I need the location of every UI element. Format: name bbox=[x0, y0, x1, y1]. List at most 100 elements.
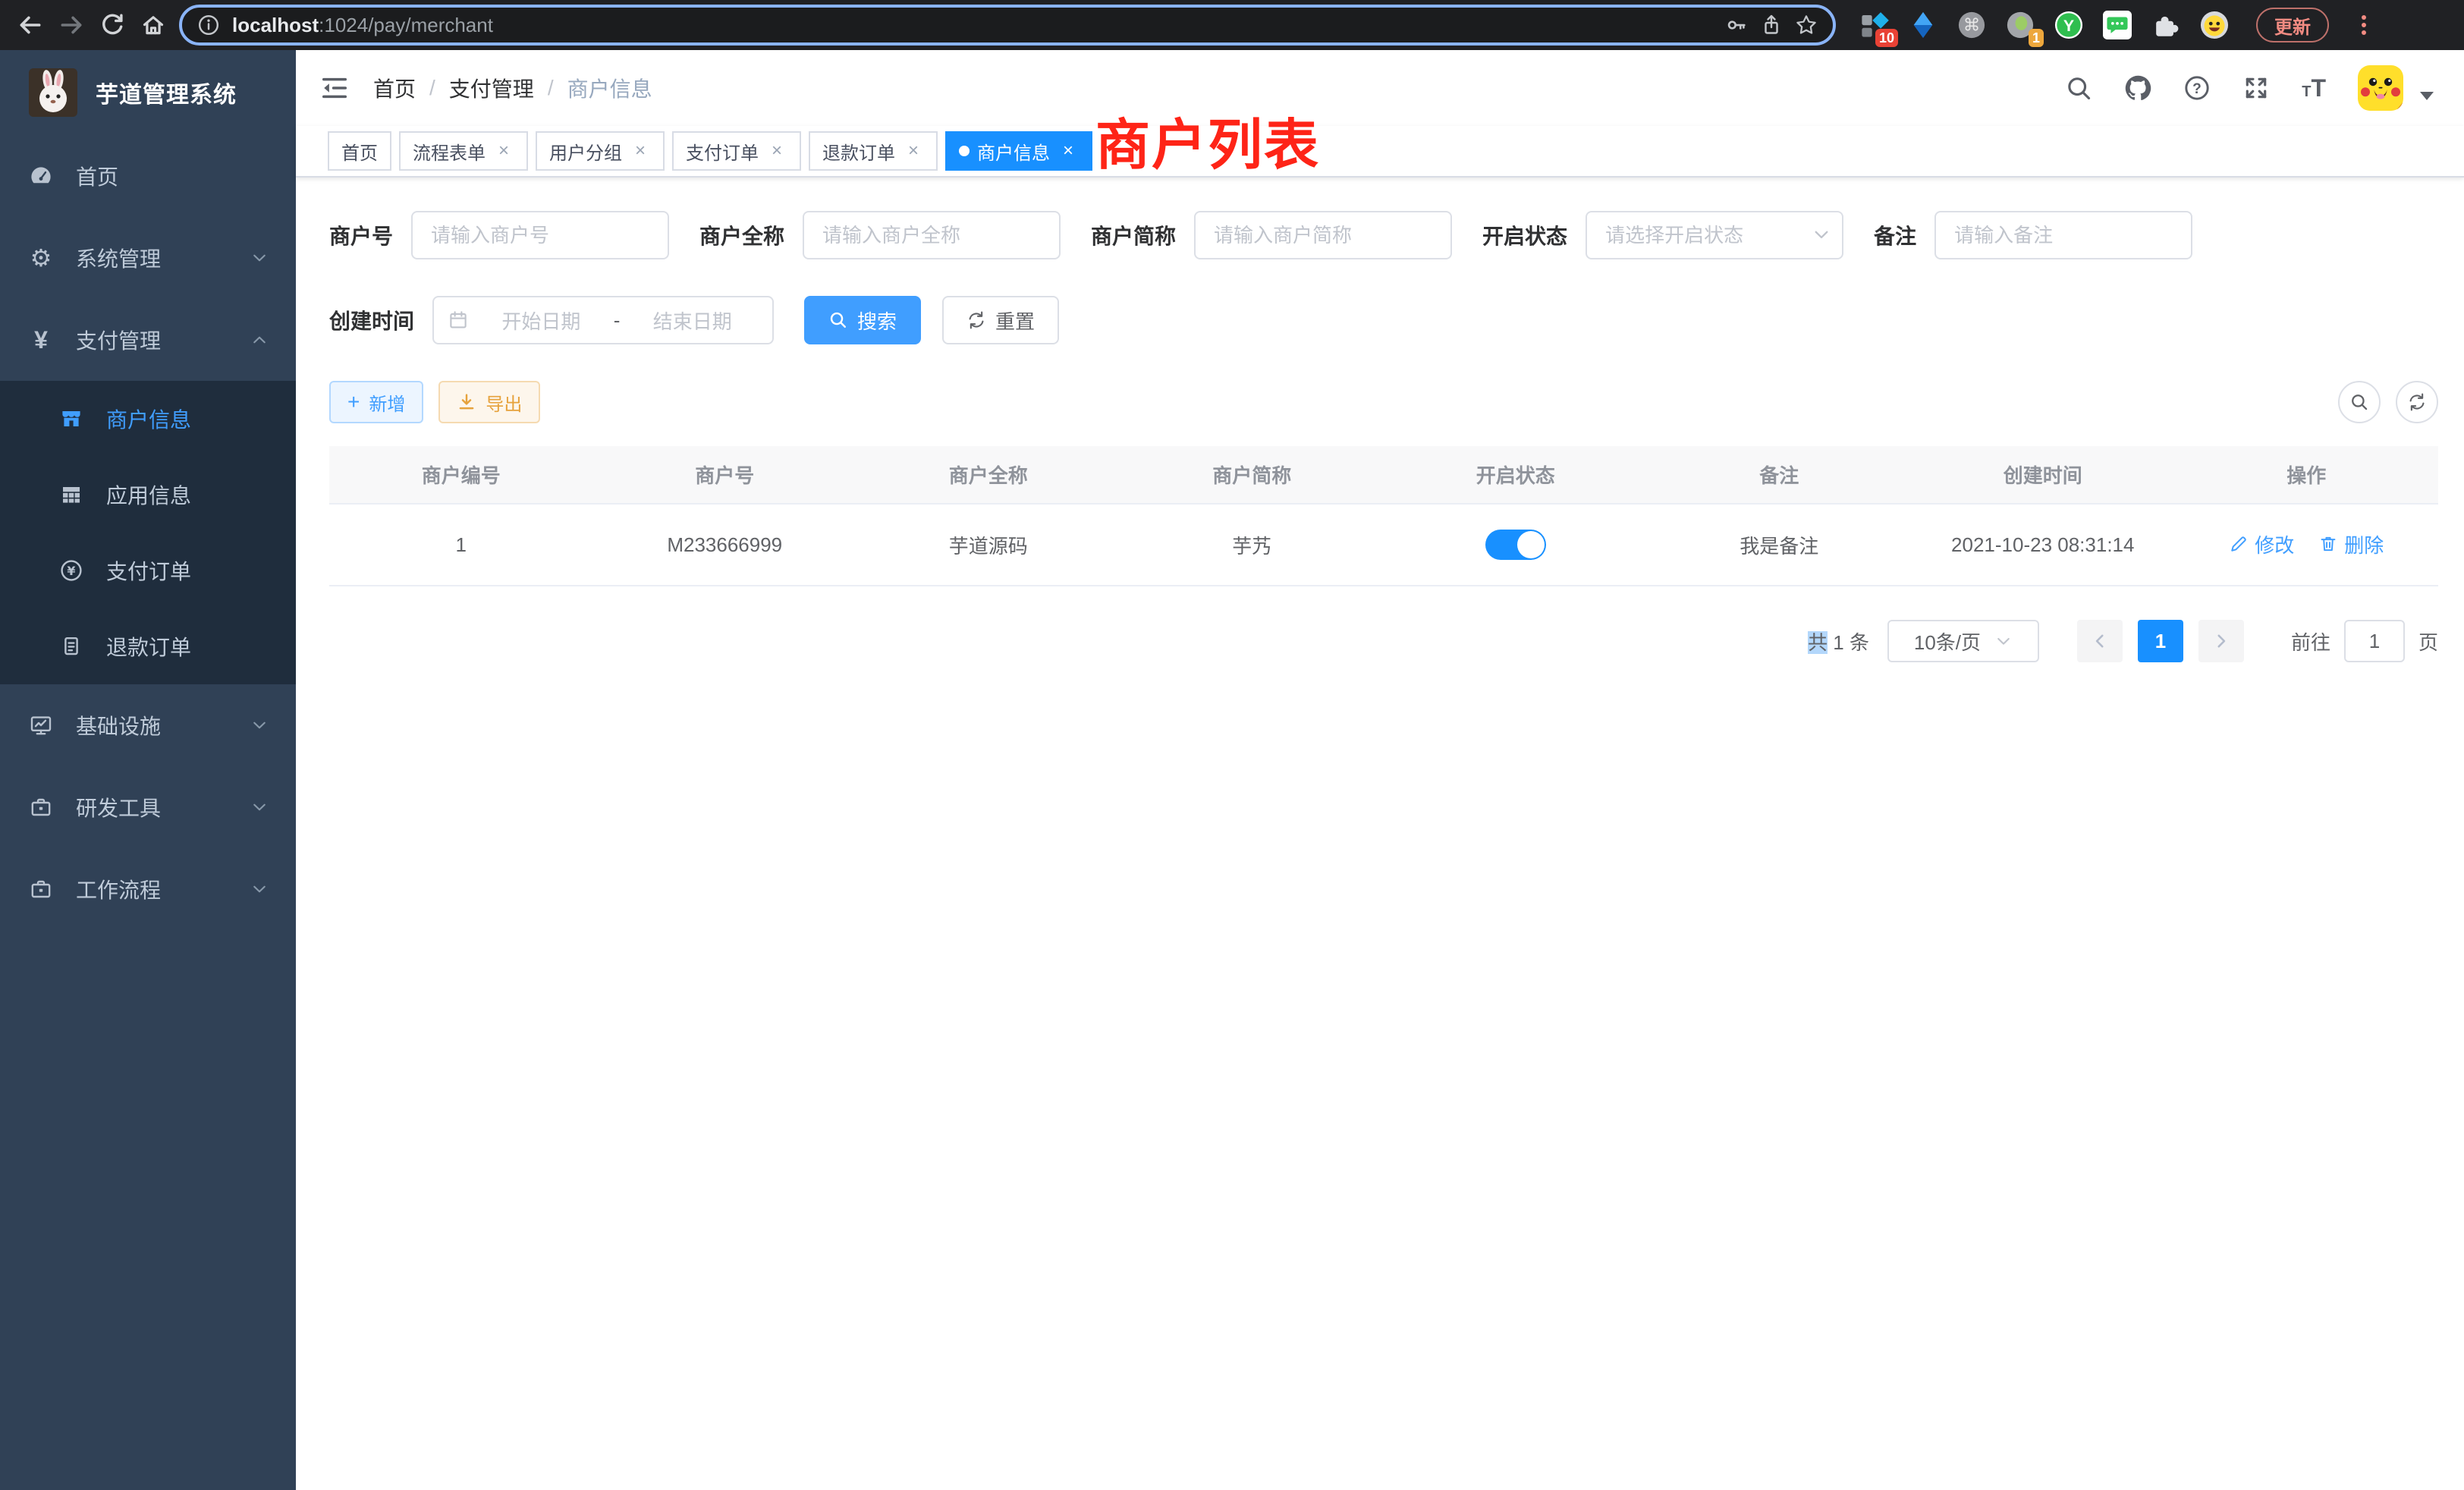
breadcrumb-payment[interactable]: 支付管理 bbox=[449, 73, 534, 103]
date-end-placeholder[interactable]: 结束日期 bbox=[626, 306, 759, 335]
col-merchant-id: 商户编号 bbox=[329, 446, 593, 504]
chevron-down-icon bbox=[250, 249, 269, 267]
help-icon[interactable]: ? bbox=[2183, 74, 2211, 102]
extension-command-icon[interactable]: ⌘ bbox=[1956, 9, 1988, 41]
extension-blocks-icon[interactable]: 10 bbox=[1859, 9, 1890, 41]
header-search-icon[interactable] bbox=[2065, 74, 2092, 102]
tab-process-form[interactable]: 流程表单 × bbox=[399, 131, 528, 171]
svg-text:⌘: ⌘ bbox=[1963, 16, 1981, 36]
close-icon[interactable]: × bbox=[630, 140, 651, 162]
next-page-button[interactable] bbox=[2198, 620, 2244, 662]
show-search-toggle-button[interactable] bbox=[2338, 381, 2381, 423]
search-button[interactable]: 搜索 bbox=[804, 296, 921, 344]
extensions-puzzle-icon[interactable] bbox=[2150, 9, 2182, 41]
cell-remark: 我是备注 bbox=[1648, 504, 1912, 586]
pagination-total: 共 1 条 bbox=[1808, 627, 1869, 655]
date-range-picker[interactable]: 开始日期 - 结束日期 bbox=[432, 296, 774, 344]
browser-back-icon[interactable] bbox=[15, 10, 46, 40]
user-avatar[interactable] bbox=[2358, 65, 2403, 111]
tab-home[interactable]: 首页 bbox=[328, 131, 391, 171]
app-frame: 芋道管理系统 首页 ⚙ 系统管理 ¥ 支付管理 bbox=[0, 50, 2464, 1490]
close-icon[interactable]: × bbox=[493, 140, 514, 162]
status-toggle[interactable] bbox=[1485, 530, 1546, 560]
tab-merchant-info[interactable]: 商户信息 × bbox=[945, 131, 1092, 171]
merchant-no-label: 商户号 bbox=[329, 220, 393, 250]
table-toolbar: + 新增 导出 bbox=[329, 381, 2438, 423]
extension-badge: 10 bbox=[1875, 29, 1898, 47]
site-info-icon[interactable] bbox=[197, 14, 220, 36]
browser-home-icon[interactable] bbox=[138, 10, 168, 40]
extension-kite-icon[interactable] bbox=[1907, 9, 1939, 41]
edit-link[interactable]: 修改 bbox=[2229, 530, 2294, 558]
tab-user-group[interactable]: 用户分组 × bbox=[536, 131, 665, 171]
pagination-jump: 前往 页 bbox=[2291, 620, 2438, 662]
sidebar-item-infrastructure[interactable]: 基础设施 bbox=[0, 684, 296, 766]
font-size-icon[interactable]: TT bbox=[2302, 74, 2326, 102]
browser-menu-icon[interactable] bbox=[2349, 10, 2379, 40]
payment-submenu: 商户信息 应用信息 ¥ 支付订单 bbox=[0, 381, 296, 684]
remark-input[interactable] bbox=[1934, 211, 2192, 259]
close-icon[interactable]: × bbox=[1058, 140, 1079, 162]
navbar-actions: ? TT bbox=[2065, 65, 2440, 111]
merchant-no-input[interactable] bbox=[411, 211, 669, 259]
sidebar-item-payment[interactable]: ¥ 支付管理 bbox=[0, 299, 296, 381]
tab-pay-orders[interactable]: 支付订单 × bbox=[672, 131, 801, 171]
extension-chat-icon[interactable] bbox=[2101, 9, 2133, 41]
sidebar-item-refund-orders[interactable]: 退款订单 bbox=[0, 608, 296, 684]
browser-reload-icon[interactable] bbox=[97, 10, 127, 40]
toolbox-icon bbox=[27, 795, 55, 819]
full-name-label: 商户全称 bbox=[699, 220, 784, 250]
gear-icon: ⚙ bbox=[27, 246, 55, 270]
app-logo[interactable]: 芋道管理系统 bbox=[0, 50, 296, 135]
col-merchant-no: 商户号 bbox=[593, 446, 857, 504]
status-select[interactable] bbox=[1586, 211, 1843, 259]
sidebar-fold-icon[interactable] bbox=[320, 74, 349, 102]
svg-text:¥: ¥ bbox=[67, 564, 75, 578]
sidebar-item-pay-orders[interactable]: ¥ 支付订单 bbox=[0, 533, 296, 608]
github-icon[interactable] bbox=[2124, 74, 2151, 102]
close-icon[interactable]: × bbox=[903, 140, 924, 162]
browser-address-bar[interactable]: localhost:1024/pay/merchant bbox=[179, 5, 1836, 46]
export-button[interactable]: 导出 bbox=[438, 381, 540, 423]
screen: localhost:1024/pay/merchant 10 ⌘ bbox=[0, 0, 2464, 1490]
col-status: 开启状态 bbox=[1384, 446, 1648, 504]
sidebar-item-home[interactable]: 首页 bbox=[0, 135, 296, 217]
browser-update-button[interactable]: 更新 bbox=[2256, 8, 2329, 42]
extension-badge: 1 bbox=[2029, 29, 2044, 47]
avatar-caret-icon[interactable] bbox=[2420, 92, 2434, 100]
sidebar-item-dev-tools[interactable]: 研发工具 bbox=[0, 766, 296, 848]
extension-y-icon[interactable]: Y bbox=[2053, 9, 2085, 41]
tab-refund-orders[interactable]: 退款订单 × bbox=[809, 131, 938, 171]
col-create-time: 创建时间 bbox=[1911, 446, 2175, 504]
sidebar-item-app-info[interactable]: 应用信息 bbox=[0, 457, 296, 533]
close-icon[interactable]: × bbox=[766, 140, 787, 162]
short-name-input[interactable] bbox=[1194, 211, 1452, 259]
page-number-1[interactable]: 1 bbox=[2138, 620, 2183, 662]
store-icon bbox=[58, 407, 85, 431]
page-content: 商户号 商户全称 商户简称 开启状态 bbox=[296, 178, 2464, 1490]
active-dot bbox=[959, 146, 970, 156]
sidebar-item-merchant-info[interactable]: 商户信息 bbox=[0, 381, 296, 457]
date-start-placeholder[interactable]: 开始日期 bbox=[475, 306, 608, 335]
sidebar-item-workflow[interactable]: 工作流程 bbox=[0, 848, 296, 930]
goto-page-input[interactable] bbox=[2344, 620, 2405, 662]
add-button[interactable]: + 新增 bbox=[329, 381, 423, 423]
password-key-icon[interactable] bbox=[1725, 14, 1748, 36]
refresh-table-button[interactable] bbox=[2396, 381, 2438, 423]
full-name-input[interactable] bbox=[803, 211, 1061, 259]
document-icon bbox=[58, 634, 85, 659]
sidebar-item-system[interactable]: ⚙ 系统管理 bbox=[0, 217, 296, 299]
page-size-select[interactable]: 10条/页 bbox=[1887, 620, 2039, 662]
top-navbar: 首页 / 支付管理 / 商户信息 ? bbox=[296, 50, 2464, 126]
fullscreen-icon[interactable] bbox=[2242, 74, 2270, 102]
profile-emoji-icon[interactable] bbox=[2198, 9, 2230, 41]
bookmark-star-icon[interactable] bbox=[1795, 14, 1818, 36]
browser-forward-icon[interactable] bbox=[56, 10, 86, 40]
breadcrumb-home[interactable]: 首页 bbox=[373, 73, 416, 103]
extension-proxy-icon[interactable]: 1 bbox=[2004, 9, 2036, 41]
share-icon[interactable] bbox=[1760, 14, 1783, 36]
prev-page-button[interactable] bbox=[2077, 620, 2123, 662]
chevron-down-icon bbox=[250, 716, 269, 734]
delete-link[interactable]: 删除 bbox=[2318, 530, 2384, 558]
reset-button[interactable]: 重置 bbox=[942, 296, 1059, 344]
